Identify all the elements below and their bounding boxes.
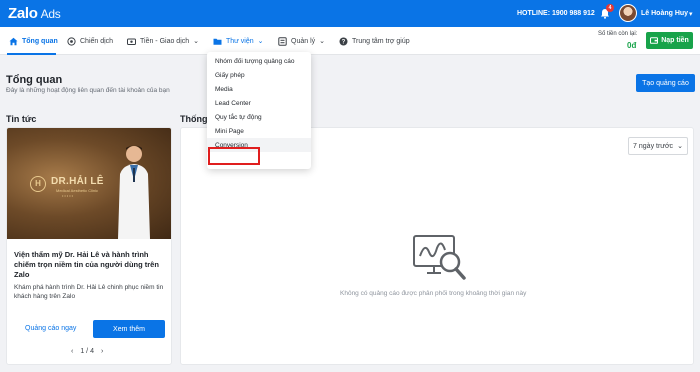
prev-page-icon[interactable]: ‹	[71, 348, 73, 355]
svg-text:?: ?	[342, 39, 346, 45]
nav-item-overview[interactable]: Tổng quan	[9, 34, 58, 48]
page-subtitle: Đây là những hoạt động liên quan đến tài…	[6, 87, 170, 94]
chevron-down-icon: ⌄	[677, 143, 683, 150]
user-name[interactable]: Lê Hoàng Huy	[641, 10, 688, 17]
quick-ad-link[interactable]: Quảng cáo ngay	[25, 325, 76, 332]
doctor-photo	[118, 145, 150, 239]
menu-item-mini-page[interactable]: Mini Page	[207, 124, 311, 138]
nav-item-manage[interactable]: Quản lý ⌄	[278, 34, 325, 48]
news-section-title: Tin tức	[6, 114, 37, 124]
avatar[interactable]	[619, 4, 637, 22]
folder-icon	[213, 38, 222, 45]
top-bar: Zalo Ads HOTLINE: 1900 988 912 4 Lê Hoàng…	[0, 0, 700, 27]
clinic-logo: H	[30, 176, 46, 192]
page-title: Tổng quan	[6, 74, 63, 86]
clinic-dots: •••••	[62, 193, 75, 198]
campaign-icon	[67, 36, 76, 46]
news-pager: ‹ 1 / 4 ›	[71, 348, 103, 355]
help-icon: ?	[339, 37, 348, 45]
news-title[interactable]: Viện thẩm mỹ Dr. Hải Lê và hành trình ch…	[14, 250, 166, 280]
main-nav: Tổng quan Chiến dịch Tiền - Giao dịch ⌄ …	[0, 27, 700, 55]
news-banner-image[interactable]: H DR.HẢI LÊ Medical Aesthetic Clinic •••…	[7, 128, 171, 239]
nav-item-money[interactable]: Tiền - Giao dịch ⌄	[127, 34, 199, 48]
nav-item-campaigns[interactable]: Chiến dịch	[67, 34, 113, 48]
top-up-button[interactable]: Nạp tiền	[646, 32, 693, 49]
chevron-down-icon: ⌄	[257, 38, 264, 45]
nav-item-library[interactable]: Thư viện ⌄	[213, 34, 264, 48]
chevron-down-icon: ⌄	[193, 38, 200, 45]
news-card: H DR.HẢI LÊ Medical Aesthetic Clinic •••…	[6, 127, 172, 365]
menu-item-lead-center[interactable]: Lead Center	[207, 96, 311, 110]
wallet-icon	[650, 37, 659, 44]
create-ad-button[interactable]: Tạo quảng cáo	[636, 74, 695, 92]
home-icon	[9, 37, 18, 45]
clinic-name: DR.HẢI LÊ	[51, 176, 104, 187]
news-description: Khám phá hành trình Dr. Hải Lê chinh phụ…	[14, 284, 164, 300]
menu-item-audience-groups[interactable]: Nhóm đối tượng quảng cáo	[207, 54, 311, 68]
date-range-select[interactable]: 7 ngày trước ⌄	[628, 137, 688, 155]
nav-item-help-center[interactable]: ? Trung tâm trợ giúp	[339, 34, 410, 48]
menu-item-licenses[interactable]: Giấy phép	[207, 68, 311, 82]
money-icon	[127, 38, 136, 45]
pager-text: 1 / 4	[80, 348, 94, 355]
manage-icon	[278, 36, 287, 46]
zalo-ads-logo[interactable]: Zalo Ads	[8, 5, 61, 22]
balance-label: Số tiền còn lại:	[598, 31, 638, 37]
see-more-button[interactable]: Xem thêm	[93, 320, 165, 338]
empty-chart-icon	[413, 235, 466, 280]
active-tab-indicator	[7, 53, 56, 55]
balance-value: 0đ	[627, 41, 637, 50]
next-page-icon[interactable]: ›	[101, 348, 103, 355]
conversion-highlight-box	[208, 147, 260, 165]
notification-badge: 4	[606, 4, 614, 12]
chevron-down-icon[interactable]: ▾	[689, 10, 693, 18]
empty-state-message: Không có quảng cáo được phân phối trong …	[340, 290, 527, 297]
menu-item-automated-rules[interactable]: Quy tắc tự động	[207, 110, 311, 124]
hotline-text: HOTLINE: 1900 988 912	[517, 10, 595, 17]
menu-item-media[interactable]: Media	[207, 82, 311, 96]
chevron-down-icon: ⌄	[319, 38, 325, 45]
